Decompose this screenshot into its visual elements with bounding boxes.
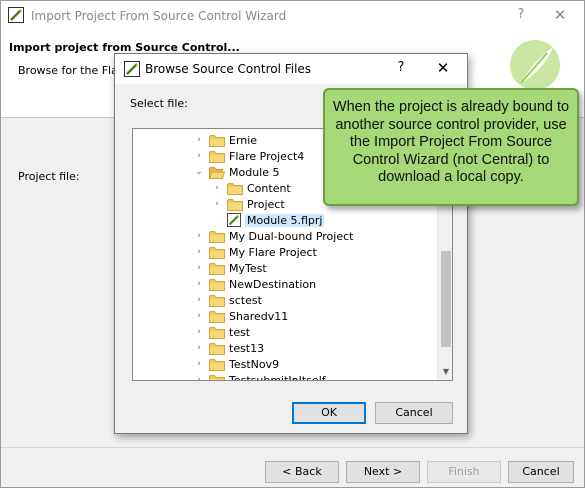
tree-item-label: Module 5.flprj (245, 213, 325, 227)
folder-icon (209, 294, 225, 307)
wizard-help-button[interactable]: ? (513, 7, 529, 22)
expand-arrow-icon[interactable]: › (194, 375, 204, 380)
expand-arrow-icon[interactable]: › (194, 359, 204, 369)
tree-item[interactable]: › TestNov9 (194, 356, 279, 372)
folder-icon (209, 374, 225, 380)
expand-arrow-icon[interactable]: › (194, 327, 204, 337)
dialog-close-button[interactable]: ✕ (435, 59, 451, 77)
footer-divider (1, 447, 584, 448)
wizard-titlebar: Import Project From Source Control Wizar… (1, 1, 584, 31)
folder-icon (209, 310, 225, 323)
expand-arrow-icon[interactable]: › (194, 343, 204, 353)
tree-item-label: sctest (229, 293, 262, 307)
tree-item[interactable]: › MyTest (194, 260, 267, 276)
expand-arrow-icon[interactable]: › (212, 199, 222, 209)
dialog-cancel-button[interactable]: Cancel (375, 402, 453, 424)
expand-arrow-icon[interactable]: › (194, 311, 204, 321)
tree-item[interactable]: › My Flare Project (194, 244, 317, 260)
wizard-cancel-button[interactable]: Cancel (508, 461, 574, 483)
folder-icon (209, 358, 225, 371)
tree-item-label: MyTest (229, 261, 267, 275)
tree-item-label: test13 (229, 341, 265, 355)
folder-icon (209, 342, 225, 355)
tree-item[interactable]: › NewDestination (194, 276, 316, 292)
tree-item[interactable]: › Flare Project4 (194, 148, 304, 164)
tree-item-label: Flare Project4 (229, 149, 305, 163)
tree-item-label: Sharedv11 (229, 309, 289, 323)
folder-icon (209, 326, 225, 339)
folder-icon (209, 150, 225, 163)
folder-icon (209, 262, 225, 275)
annotation-callout: When the project is already bound to ano… (323, 88, 579, 206)
tree-item-label: test (229, 325, 251, 339)
folder-icon (209, 134, 225, 147)
tree-item[interactable]: › sctest (194, 292, 262, 308)
expand-arrow-icon[interactable]: › (194, 135, 204, 145)
wizard-subtitle: Browse for the Flare (18, 64, 129, 77)
tree-item[interactable]: › TestsubmitInItself (194, 372, 326, 381)
wizard-title: Import Project From Source Control Wizar… (31, 9, 287, 23)
flare-app-icon (124, 61, 140, 77)
tree-item[interactable]: ⌄ Module 5 (194, 164, 280, 180)
expand-arrow-icon[interactable]: › (194, 151, 204, 161)
expand-arrow-icon[interactable]: › (194, 231, 204, 241)
tree-item-label: Ernie (229, 133, 258, 147)
tree-item-label: My Flare Project (229, 245, 317, 259)
tree-item-label: My Dual-bound Project (229, 229, 354, 243)
back-button[interactable]: < Back (265, 461, 339, 483)
expand-arrow-icon[interactable]: › (194, 247, 204, 257)
folder-icon (209, 230, 225, 243)
tree-item[interactable]: › Project (212, 196, 285, 212)
tree-item-label: Module 5 (229, 165, 280, 179)
expand-arrow-icon[interactable]: › (212, 183, 222, 193)
dialog-help-button[interactable]: ? (393, 60, 409, 75)
tree-item-label: TestsubmitInItself (229, 373, 326, 381)
select-file-label: Select file: (130, 97, 188, 110)
scroll-down-arrow-icon[interactable]: ▼ (438, 364, 452, 380)
flare-project-file-icon (227, 213, 241, 227)
tree-item[interactable]: › test13 (194, 340, 264, 356)
next-button[interactable]: Next > (346, 461, 420, 483)
finish-button[interactable]: Finish (427, 461, 501, 483)
dialog-titlebar: Browse Source Control Files ? ✕ (115, 54, 467, 84)
open-folder-icon (208, 166, 226, 179)
tree-item[interactable]: › test (194, 324, 250, 340)
dialog-title: Browse Source Control Files (145, 62, 312, 76)
expand-arrow-icon[interactable]: › (194, 263, 204, 273)
tree-item-label: Project (247, 197, 285, 211)
tree-item[interactable]: › Ernie (194, 132, 257, 148)
tree-item[interactable]: › Sharedv11 (194, 308, 288, 324)
scrollbar-thumb[interactable] (441, 251, 451, 347)
folder-icon (227, 198, 243, 211)
tree-item[interactable]: › Content (212, 180, 291, 196)
collapse-arrow-icon[interactable]: ⌄ (194, 167, 204, 177)
project-file-label: Project file: (18, 170, 80, 183)
flare-app-icon (8, 7, 24, 23)
expand-arrow-icon[interactable]: › (194, 279, 204, 289)
tree-item[interactable]: Module 5.flprj (212, 212, 325, 228)
flare-feather-logo (510, 40, 560, 90)
folder-icon (209, 246, 225, 259)
folder-icon (209, 278, 225, 291)
wizard-close-button[interactable]: ✕ (552, 6, 568, 24)
folder-icon (227, 182, 243, 195)
tree-item-label: Content (247, 181, 291, 195)
ok-button[interactable]: OK (292, 402, 366, 424)
tree-item[interactable]: › My Dual-bound Project (194, 228, 353, 244)
tree-item-label: NewDestination (229, 277, 317, 291)
expand-arrow-icon[interactable]: › (194, 295, 204, 305)
tree-item-label: TestNov9 (229, 357, 280, 371)
